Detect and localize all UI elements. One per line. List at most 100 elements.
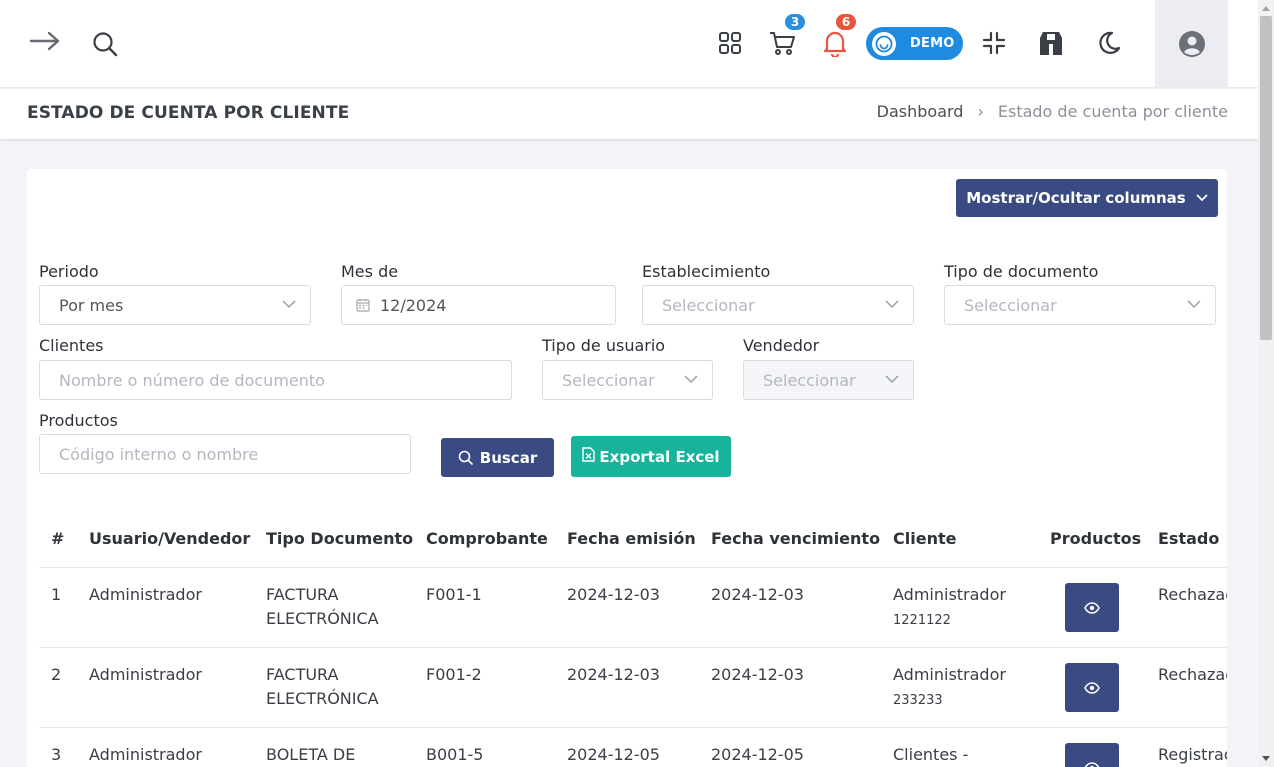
vendedor-select[interactable]: Seleccionar [743,360,914,400]
search-button[interactable]: Buscar [441,438,554,477]
row-client: Administrador [893,585,1006,604]
apps-grid-icon[interactable] [716,29,744,57]
tipo-documento-label: Tipo de documento [944,262,1099,281]
table-header-voucher: Comprobante [426,529,548,548]
row-client-doc-text: 1221122 [893,613,951,628]
eye-icon [1084,601,1100,614]
row-voucher: B001-5 [426,745,484,764]
search-button-label: Buscar [479,448,538,467]
row-issued: 2024-12-03 [567,585,660,604]
row-num: 3 [51,745,62,764]
productos-input[interactable]: Código interno o nombre [39,434,411,474]
search-icon [458,450,473,465]
mes-date-input[interactable]: 12/2024 [341,285,616,325]
bell-icon[interactable] [820,28,850,58]
demo-label: DEMO [910,36,955,51]
productos-label: Productos [39,411,118,430]
chevron-down-icon [684,375,698,384]
row-client-doc: 233233 [893,687,943,713]
export-excel-button[interactable]: Exportal Excel [571,436,731,477]
smile-icon [872,31,896,56]
notification-count-badge: 6 [834,12,858,32]
user-menu[interactable] [1155,0,1228,88]
view-products-button[interactable] [1065,583,1119,632]
row-client-doc-text: 233233 [893,693,943,708]
table-divider [39,727,1227,728]
productos-placeholder: Código interno o nombre [59,444,259,464]
row-status: Registrado [1158,745,1227,764]
tipo-usuario-select[interactable]: Seleccionar [542,360,713,400]
clientes-label: Clientes [39,336,104,355]
breadcrumb: Dashboard › Estado de cuenta por cliente [877,102,1228,121]
vendedor-placeholder: Seleccionar [763,370,856,390]
periodo-select[interactable]: Por mes [39,285,311,325]
table-header-num: # [51,529,65,548]
table-divider [39,647,1227,648]
cart-icon[interactable] [766,28,798,58]
report-card: Mostrar/Ocultar columnas Periodo Por mes… [27,169,1227,767]
scroll-down-arrow-icon[interactable] [1258,751,1274,767]
row-issued: 2024-12-03 [567,665,660,684]
row-status: Rechazado [1158,665,1227,684]
row-doc-type-line1: FACTURA [266,585,339,604]
table-header-due: Fecha vencimiento [711,529,881,548]
row-user: Administrador [89,745,202,764]
store-icon[interactable] [1036,28,1066,58]
tipo-documento-placeholder: Seleccionar [964,295,1057,315]
search-icon[interactable] [90,29,120,59]
row-due: 2024-12-05 [711,745,804,764]
row-issued: 2024-12-05 [567,745,660,764]
breadcrumb-current: Estado de cuenta por cliente [997,102,1228,121]
chevron-down-icon [1196,194,1208,202]
collapse-fullscreen-icon[interactable] [980,29,1008,57]
arrow-right-icon[interactable] [28,26,62,56]
breadcrumb-separator: › [977,102,984,121]
table-header-doc-type: Tipo Documento [266,529,414,548]
table-header-user: Usuario/Vendedor [89,529,251,548]
moon-icon[interactable] [1095,28,1123,58]
view-products-button[interactable] [1065,663,1119,712]
row-doc-type-line2: ELECTRÓNICA [266,609,379,628]
user-avatar-icon [1178,31,1205,57]
chevron-down-icon [1187,300,1201,309]
establecimiento-placeholder: Seleccionar [662,295,755,315]
table-header-client: Cliente [893,529,957,548]
row-voucher: F001-2 [426,665,482,684]
chevron-down-icon [282,300,296,309]
row-doc-type-line2: ELECTRÓNICA [266,689,379,708]
breadcrumb-dashboard-link[interactable]: Dashboard [877,102,964,121]
table-header-issued: Fecha emisión [567,529,696,548]
periodo-value: Por mes [59,295,124,315]
row-client: Administrador [893,665,1006,684]
row-user: Administrador [89,665,202,684]
cart-count-badge: 3 [783,12,807,32]
demo-badge[interactable]: DEMO [866,27,963,60]
establecimiento-label: Establecimiento [642,262,771,281]
scroll-up-arrow-icon[interactable] [1258,0,1274,16]
row-due: 2024-12-03 [711,665,804,684]
clientes-input[interactable]: Nombre o número de documento [39,360,512,400]
chevron-down-icon [885,300,899,309]
mes-label: Mes de [341,262,399,281]
table-divider [39,567,1227,568]
row-num: 1 [51,585,62,604]
row-num: 2 [51,665,62,684]
export-excel-label: Exportal Excel [599,447,720,466]
view-products-button[interactable] [1065,743,1119,767]
toggle-columns-label: Mostrar/Ocultar columnas [966,189,1186,207]
row-doc-type-line1: BOLETA DE [266,745,356,764]
page-header: ESTADO DE CUENTA POR CLIENTE Dashboard ›… [0,89,1258,139]
establecimiento-select[interactable]: Seleccionar [642,285,914,325]
periodo-label: Periodo [39,262,99,281]
tipo-usuario-placeholder: Seleccionar [562,370,655,390]
top-bar: 3 6 DEMO [0,0,1258,88]
mes-value: 12/2024 [380,295,447,315]
row-client: Clientes - [893,745,969,764]
scrollbar-thumb[interactable] [1260,16,1272,340]
toggle-columns-button[interactable]: Mostrar/Ocultar columnas [956,179,1218,217]
row-voucher: F001-1 [426,585,482,604]
row-doc-type-line1: FACTURA [266,665,339,684]
row-status: Rechazado [1158,585,1227,604]
eye-icon [1084,681,1100,694]
tipo-documento-select[interactable]: Seleccionar [944,285,1216,325]
